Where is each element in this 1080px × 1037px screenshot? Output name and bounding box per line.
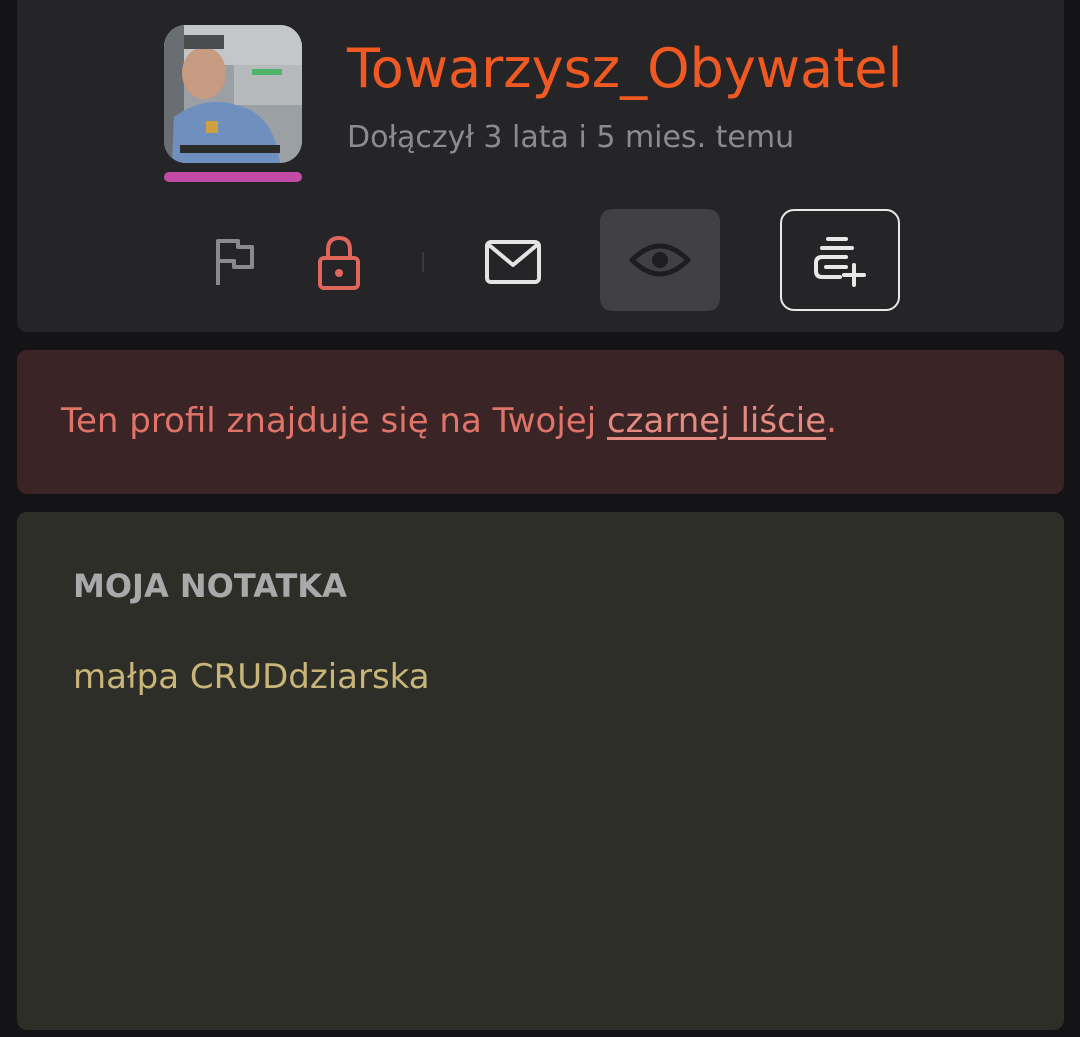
actions-divider xyxy=(422,252,424,272)
mail-icon xyxy=(485,240,541,284)
avatar[interactable] xyxy=(164,25,302,163)
observe-button[interactable] xyxy=(600,209,720,311)
blacklist-link[interactable]: czarnej liście xyxy=(607,401,826,441)
eye-icon xyxy=(629,243,691,277)
report-button[interactable] xyxy=(207,232,263,292)
add-note-button[interactable] xyxy=(780,209,900,311)
note-text[interactable]: małpa CRUDdziarska xyxy=(73,654,430,700)
message-button[interactable] xyxy=(481,234,545,290)
blacklist-banner: Ten profil znajduje się na Twojej czarne… xyxy=(17,350,1064,494)
note-title: MOJA NOTATKA xyxy=(73,567,347,605)
profile-header: Towarzysz_Obywatel Dołączył 3 lata i 5 m… xyxy=(17,0,1064,332)
block-button[interactable] xyxy=(311,230,367,294)
lock-icon xyxy=(318,235,360,290)
flag-icon xyxy=(216,239,254,285)
username[interactable]: Towarzysz_Obywatel xyxy=(347,36,902,102)
avatar-rank-bar xyxy=(164,172,302,182)
blacklist-text-after: . xyxy=(826,401,837,441)
joined-date: Dołączył 3 lata i 5 mies. temu xyxy=(347,120,795,155)
note-card: MOJA NOTATKA małpa CRUDdziarska xyxy=(17,512,1064,1030)
blacklist-text-before: Ten profil znajduje się na Twojej xyxy=(61,401,607,441)
add-note-icon xyxy=(814,237,866,287)
avatar-photo xyxy=(164,25,302,163)
blacklist-message: Ten profil znajduje się na Twojej czarne… xyxy=(61,398,837,444)
